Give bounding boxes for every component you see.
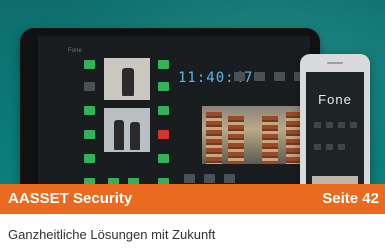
control-tile: [84, 106, 95, 115]
camera-feed-1: [104, 58, 150, 100]
hero-image: Fone 11:40:47 Fone: [0, 0, 385, 196]
phone-tile: [326, 122, 333, 128]
phone-screen: Fone: [306, 72, 364, 196]
phone-tile: [338, 122, 345, 128]
article-subtitle: Ganzheitliche Lösungen mit Zukunft: [8, 227, 216, 242]
control-tile: [184, 174, 195, 183]
phone-tile: [338, 144, 345, 150]
phone-speaker: [327, 62, 343, 64]
phone-tile: [350, 122, 357, 128]
article-title: AASSET Security: [8, 190, 133, 207]
phone-tile: [314, 144, 321, 150]
control-tile: [158, 154, 169, 163]
tablet-screen: Fone 11:40:47: [38, 36, 310, 196]
camera-feed-2: [104, 108, 150, 152]
control-tile: [274, 72, 285, 81]
control-tile: [158, 106, 169, 115]
article-banner[interactable]: AASSET Security Seite 42: [0, 184, 385, 214]
control-tile: [224, 174, 235, 183]
control-tile: [84, 82, 95, 91]
control-tile: [84, 60, 95, 69]
phone-device: Fone: [300, 54, 370, 196]
page-reference: Seite 42: [322, 190, 379, 207]
control-tile: [84, 130, 95, 139]
phone-tile: [314, 122, 321, 128]
camera-feed-warehouse: [202, 106, 310, 164]
control-tile: [158, 60, 169, 69]
phone-brand-label: Fone: [318, 92, 352, 107]
control-tile: [204, 174, 215, 183]
control-tile: [234, 72, 245, 81]
tablet-device: Fone 11:40:47: [20, 28, 320, 196]
control-tile: [158, 130, 169, 139]
control-tile: [84, 154, 95, 163]
control-tile: [158, 82, 169, 91]
phone-tile: [326, 144, 333, 150]
control-tile: [254, 72, 265, 81]
tablet-brand-label: Fone: [68, 48, 82, 54]
